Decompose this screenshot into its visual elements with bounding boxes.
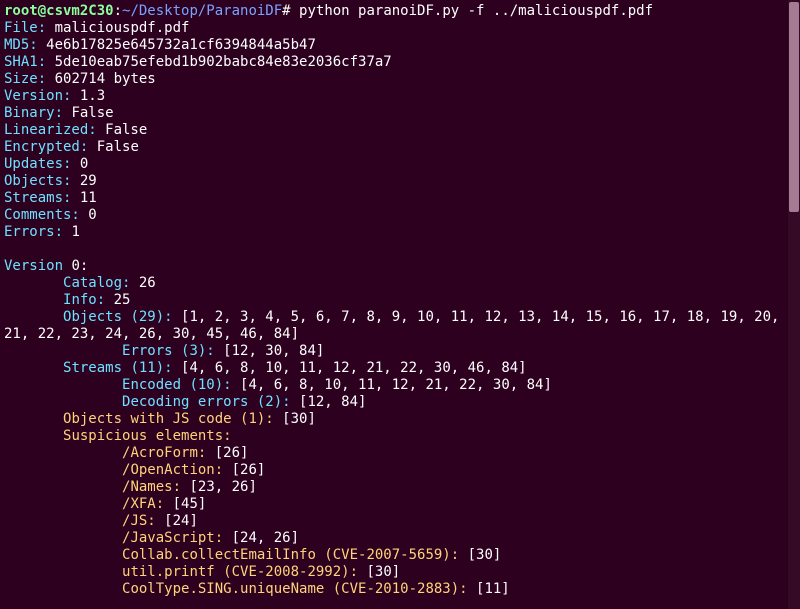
- encoded-label: Encoded (10):: [122, 377, 232, 393]
- cooltype-label: CoolType.SING.uniqueName (CVE-2010-2883)…: [122, 581, 468, 597]
- streams-value: 11: [71, 190, 96, 206]
- objects-value: 29: [71, 173, 96, 189]
- indent: [4, 513, 122, 529]
- encoded-value: [4, 6, 8, 10, 11, 12, 21, 22, 30, 84]: [232, 377, 552, 393]
- errors-label: Errors:: [4, 224, 63, 240]
- file-label: File:: [4, 20, 46, 36]
- objects-label: Objects:: [4, 173, 71, 189]
- indent: [4, 547, 122, 563]
- susp-label: Suspicious elements:: [63, 428, 232, 444]
- prompt-path: ~/Desktop/ParanoiDF: [122, 3, 282, 19]
- indent: [4, 462, 122, 478]
- binary-label: Binary:: [4, 105, 63, 121]
- sha1-label: SHA1:: [4, 54, 46, 70]
- indent: [4, 394, 122, 410]
- version-block-label: Version: [4, 258, 63, 274]
- jsobj-value: [30]: [274, 411, 316, 427]
- acroform-label: /AcroForm:: [122, 445, 206, 461]
- indent: [4, 292, 63, 308]
- indent: [4, 530, 122, 546]
- scrollbar-thumb[interactable]: [789, 2, 799, 212]
- streams11-value: [4, 6, 8, 10, 11, 12, 21, 22, 30, 46, 84…: [173, 360, 527, 376]
- catalog-label: Catalog:: [63, 275, 130, 291]
- streams11-label: Streams (11):: [63, 360, 173, 376]
- prompt-user: root@csvm2C30: [4, 3, 114, 19]
- updates-value: 0: [71, 156, 88, 172]
- javascript-value: [24, 26]: [223, 530, 299, 546]
- errors3-label: Errors (3):: [122, 343, 215, 359]
- openaction-label: /OpenAction:: [122, 462, 223, 478]
- js-label: /JS:: [122, 513, 156, 529]
- indent: [4, 275, 63, 291]
- indent: [4, 377, 122, 393]
- catalog-value: 26: [130, 275, 155, 291]
- version-value: 1.3: [71, 88, 105, 104]
- indent: [4, 581, 122, 597]
- names-value: [23, 26]: [181, 479, 257, 495]
- util-value: [30]: [358, 564, 400, 580]
- size-value: 602714 bytes: [46, 71, 156, 87]
- prompt-hash: #: [282, 3, 290, 19]
- decerr-value: [12, 84]: [291, 394, 367, 410]
- scrollbar-track[interactable]: [787, 0, 800, 609]
- linearized-label: Linearized:: [4, 122, 97, 138]
- indent: [4, 445, 122, 461]
- comments-value: 0: [80, 207, 97, 223]
- util-label: util.printf (CVE-2008-2992):: [122, 564, 358, 580]
- collab-value: [30]: [459, 547, 501, 563]
- version-block-value: 0:: [63, 258, 88, 274]
- streams-label: Streams:: [4, 190, 71, 206]
- openaction-value: [26]: [223, 462, 265, 478]
- indent: [4, 496, 122, 512]
- binary-value: False: [63, 105, 114, 121]
- jsobj-label: Objects with JS code (1):: [63, 411, 274, 427]
- indent: [4, 343, 122, 359]
- info-label: Info:: [63, 292, 105, 308]
- size-label: Size:: [4, 71, 46, 87]
- md5-value: 4e6b17825e645732a1cf6394844a5b47: [38, 37, 316, 53]
- version-label: Version:: [4, 88, 71, 104]
- command-text: python paranoiDF.py -f ../maliciouspdf.p…: [291, 3, 653, 19]
- acroform-value: [26]: [206, 445, 248, 461]
- cooltype-value: [11]: [468, 581, 510, 597]
- decerr-label: Decoding errors (2):: [122, 394, 291, 410]
- updates-label: Updates:: [4, 156, 71, 172]
- prompt-sep: :: [114, 3, 122, 19]
- collab-label: Collab.collectEmailInfo (CVE-2007-5659):: [122, 547, 459, 563]
- javascript-label: /JavaScript:: [122, 530, 223, 546]
- linearized-value: False: [97, 122, 148, 138]
- terminal-window[interactable]: root@csvm2C30:~/Desktop/ParanoiDF# pytho…: [0, 0, 800, 609]
- xfa-label: /XFA:: [122, 496, 164, 512]
- encrypted-value: False: [88, 139, 139, 155]
- indent: [4, 411, 63, 427]
- md5-label: MD5:: [4, 37, 38, 53]
- js-value: [24]: [156, 513, 198, 529]
- file-value: maliciouspdf.pdf: [46, 20, 189, 36]
- sha1-value: 5de10eab75efebd1b902babc84e83e2036cf37a7: [46, 54, 392, 70]
- indent: [4, 309, 63, 325]
- xfa-value: [45]: [164, 496, 206, 512]
- errors3-value: [12, 30, 84]: [215, 343, 325, 359]
- indent: [4, 428, 63, 444]
- indent: [4, 479, 122, 495]
- indent: [4, 360, 63, 376]
- comments-label: Comments:: [4, 207, 80, 223]
- info-value: 25: [105, 292, 130, 308]
- errors-value: 1: [63, 224, 80, 240]
- names-label: /Names:: [122, 479, 181, 495]
- encrypted-label: Encrypted:: [4, 139, 88, 155]
- objects29-label: Objects (29):: [63, 309, 173, 325]
- indent: [4, 564, 122, 580]
